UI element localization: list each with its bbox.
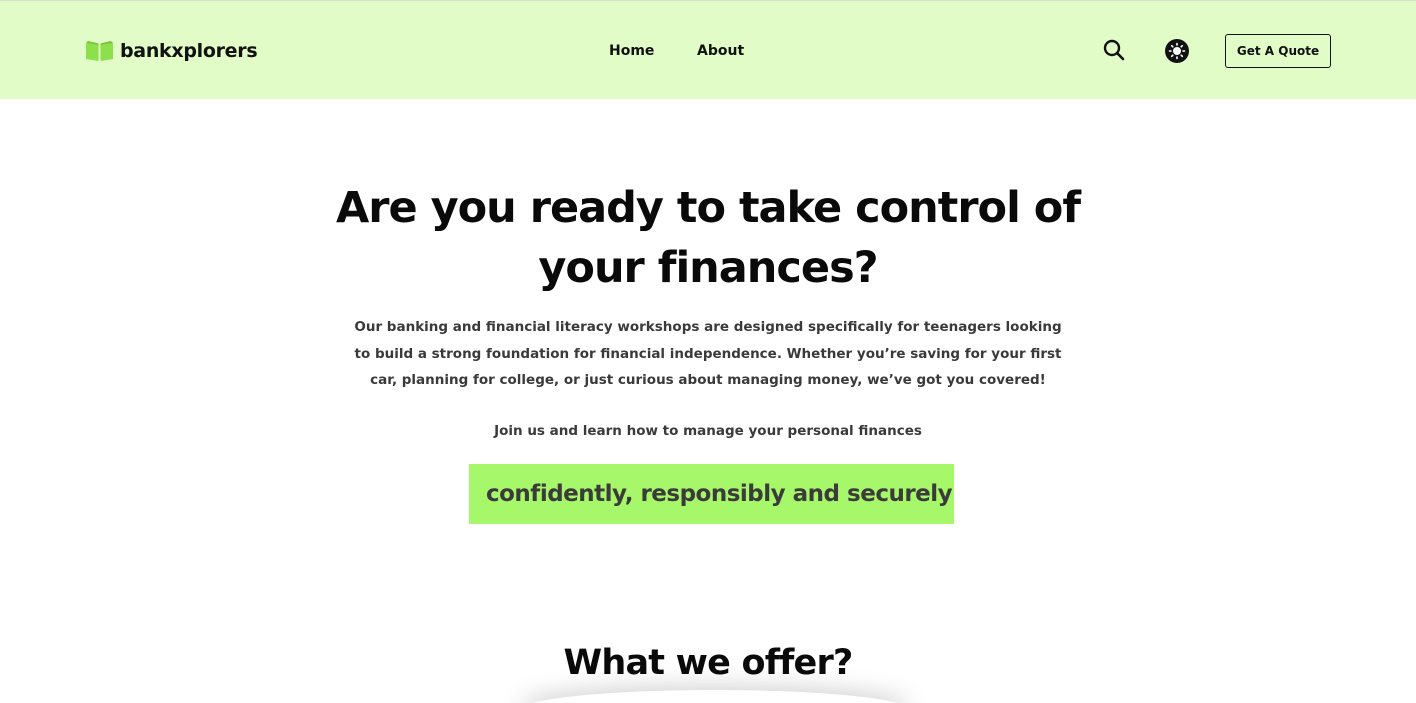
offer-card-shadow <box>520 690 910 703</box>
brand-logo[interactable]: bankxplorers <box>85 38 258 64</box>
brand-name: bankxplorers <box>120 40 258 62</box>
highlight-text: confidently, responsibly and securely <box>486 481 953 507</box>
open-book-icon <box>86 41 113 61</box>
top-navigation-bar: bankxplorers Home About Get A Quote <box>0 0 1416 99</box>
theme-toggle-sun-icon[interactable] <box>1165 39 1189 63</box>
search-icon[interactable] <box>1102 38 1126 62</box>
get-a-quote-button[interactable]: Get A Quote <box>1225 34 1331 68</box>
highlight-banner: confidently, responsibly and securely <box>469 464 954 524</box>
section-title-what-we-offer: What we offer? <box>563 643 854 683</box>
nav-link-home[interactable]: Home <box>609 41 654 61</box>
nav-link-about[interactable]: About <box>697 41 744 61</box>
hero-title: Are you ready to take control of your fi… <box>335 183 1081 293</box>
hero-join-text: Join us and learn how to manage your per… <box>494 423 922 439</box>
hero-description: Our banking and financial literacy works… <box>354 319 1062 388</box>
